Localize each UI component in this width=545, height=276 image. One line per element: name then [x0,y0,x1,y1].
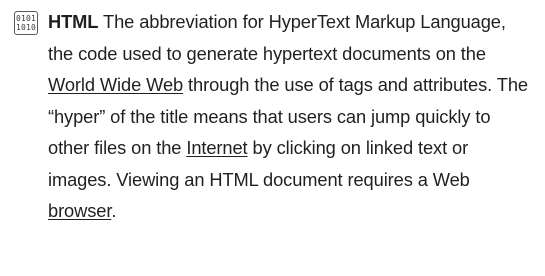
link-browser[interactable]: browser [48,200,111,221]
binary-icon-row-2: 1010 [15,23,37,32]
entry-definition: HTML The abbreviation for HyperText Mark… [14,6,534,227]
glossary-entry: 0101 1010 HTML The abbreviation for Hype… [14,6,534,227]
link-world-wide-web[interactable]: World Wide Web [48,74,183,95]
link-internet[interactable]: Internet [186,137,247,158]
binary-icon-row-1: 0101 [15,14,37,23]
definition-text-4: . [111,200,117,221]
binary-icon: 0101 1010 [14,11,38,35]
entry-term: HTML [48,11,99,32]
definition-text-1: The abbreviation for HyperText Markup La… [48,11,506,64]
